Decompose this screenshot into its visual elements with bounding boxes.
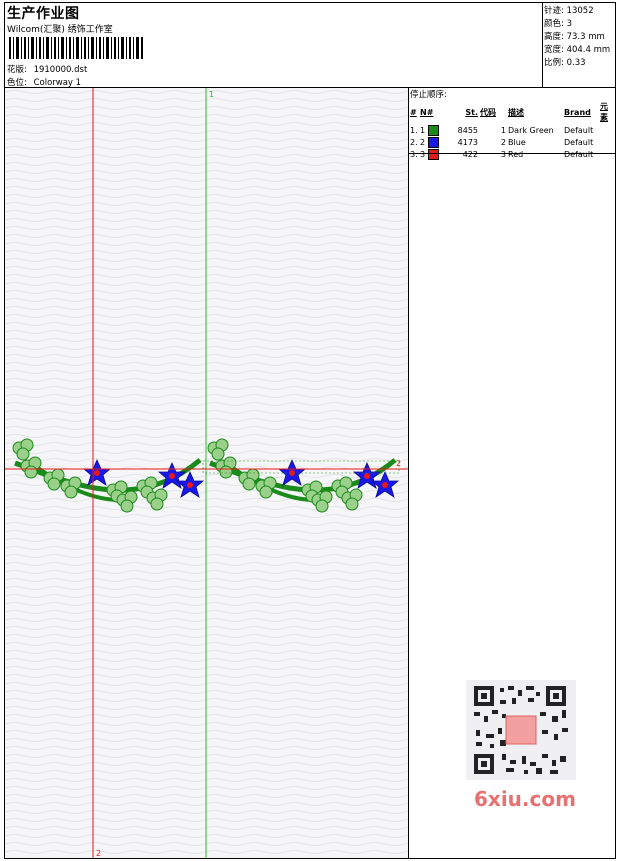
qr-code — [466, 680, 576, 780]
table-row: 2. 2 4173 2 Blue Default — [410, 136, 594, 148]
stat-row: 颜色: 3 — [544, 19, 572, 29]
stat-row: 高度: 73.3 mm — [544, 32, 605, 42]
green-guide-label: 1 — [209, 90, 215, 99]
stat-row: 针迹: 13052 — [544, 6, 594, 16]
design-file: 1910000.dst — [33, 65, 88, 75]
design-file-row: 花版: 1910000.dst — [7, 63, 87, 75]
colorway-value: Colorway 1 — [33, 78, 82, 88]
horizontal-guide-label: 2 — [396, 459, 402, 468]
table-header-row: # N# St. 代码 描述 Brand 元素 — [410, 102, 608, 122]
colorway-label: 色位: — [7, 78, 27, 88]
studio-name: Wilcom(汇聚) 绣饰工作室 — [7, 25, 113, 35]
barcode — [9, 37, 143, 59]
design-label: 花版: — [7, 65, 27, 75]
table-row: 3. 3 422 3 Red Default — [410, 148, 594, 160]
red-guide-label: 2 — [96, 849, 102, 858]
embroidery-preview — [5, 88, 408, 858]
watermark-text: 6xiu.com — [474, 787, 576, 811]
stop-sequence-heading: 停止顺序: — [410, 90, 447, 100]
page-title: 生产作业图 — [7, 6, 80, 22]
stat-row: 比例: 0.33 — [544, 58, 586, 68]
color-swatch — [427, 124, 439, 136]
color-swatch — [427, 136, 439, 148]
stop-sequence-table: # N# St. 代码 描述 Brand 元素 1. 1 8455 1 Dark… — [409, 100, 615, 160]
stats-panel: 针迹: 13052 颜色: 3 高度: 73.3 mm 宽度: 404.4 mm… — [543, 3, 615, 88]
stat-row: 宽度: 404.4 mm — [544, 45, 611, 55]
colorway-row: 色位: Colorway 1 — [7, 76, 81, 88]
header-panel: 生产作业图 Wilcom(汇聚) 绣饰工作室 花版: 1910000.dst 色… — [5, 3, 543, 88]
color-swatch — [427, 148, 439, 160]
divider — [409, 153, 615, 154]
design-preview: 1 2 2 — [5, 88, 409, 858]
qr-logo-icon — [505, 715, 537, 745]
table-row: 1. 1 8455 1 Dark Green Default — [410, 124, 594, 136]
